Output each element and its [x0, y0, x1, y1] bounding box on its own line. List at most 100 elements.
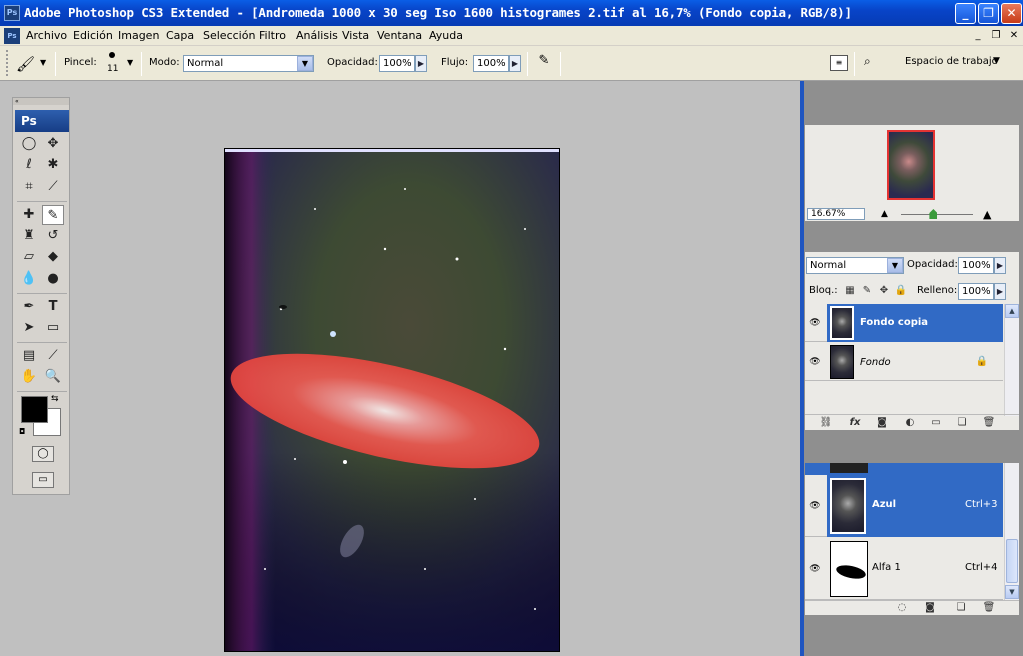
- toolbox-grip[interactable]: «: [13, 98, 69, 105]
- photoshop-logo[interactable]: Ps: [15, 110, 69, 132]
- opacity-arrow-icon[interactable]: ▶: [415, 55, 427, 72]
- workspace-chevron-down-icon[interactable]: ▼: [993, 56, 1000, 66]
- channel-row-selected[interactable]: Azul Ctrl+3: [827, 475, 1003, 537]
- visibility-eye-icon[interactable]: 👁: [808, 500, 822, 512]
- blur-tool-icon[interactable]: 💧: [18, 269, 40, 289]
- channel-row-partial[interactable]: [805, 463, 1003, 475]
- workspace-menu[interactable]: Espacio de trabajo: [905, 56, 998, 67]
- zoom-in-icon[interactable]: ▲: [983, 208, 991, 221]
- healing-brush-tool-icon[interactable]: ✚: [18, 205, 40, 225]
- new-layer-icon[interactable]: ❏: [955, 417, 969, 429]
- tool-preset-chevron-down-icon[interactable]: ▼: [40, 58, 46, 67]
- new-channel-icon[interactable]: ❏: [954, 602, 968, 614]
- zoom-out-icon[interactable]: ▲: [881, 209, 888, 219]
- chevron-down-icon[interactable]: ▼: [297, 56, 313, 71]
- swap-colors-icon[interactable]: ⇆: [51, 394, 59, 404]
- doc-close-icon[interactable]: ✕: [1006, 29, 1022, 43]
- menu-seleccion[interactable]: Selección: [203, 29, 255, 42]
- menu-vista[interactable]: Vista: [342, 29, 369, 42]
- menu-analisis[interactable]: Análisis: [296, 29, 338, 42]
- document-icon[interactable]: Ps: [4, 28, 20, 44]
- channels-scrollbar[interactable]: ▼: [1004, 463, 1019, 600]
- menu-capa[interactable]: Capa: [166, 29, 194, 42]
- lock-transparency-icon[interactable]: ▦: [843, 285, 857, 297]
- marquee-tool-icon[interactable]: ◯: [18, 134, 40, 154]
- visibility-eye-icon[interactable]: 👁: [808, 317, 822, 329]
- mode-select[interactable]: Normal ▼: [183, 55, 314, 72]
- lasso-tool-icon[interactable]: ℓ: [18, 155, 40, 175]
- notes-tool-icon[interactable]: ▤: [18, 346, 40, 366]
- add-mask-icon[interactable]: ◙: [875, 417, 889, 429]
- chevron-down-icon[interactable]: ▼: [887, 258, 903, 273]
- opacity-input[interactable]: 100%: [379, 55, 415, 72]
- layer-row-selected[interactable]: Fondo copia: [827, 304, 1003, 342]
- trash-icon[interactable]: 🗑: [982, 417, 996, 429]
- pen-tool-icon[interactable]: ✒: [18, 297, 40, 317]
- doc-minimize-icon[interactable]: _: [970, 29, 986, 43]
- zoom-tool-icon[interactable]: 🔍: [42, 367, 64, 387]
- fill-arrow-icon[interactable]: ▶: [994, 283, 1006, 300]
- link-layers-icon[interactable]: ⛓: [819, 417, 833, 429]
- channel-row[interactable]: 👁 Azul Ctrl+3: [805, 475, 1003, 537]
- palette-well-icon[interactable]: ≡: [830, 55, 848, 71]
- scroll-up-icon[interactable]: ▲: [1005, 304, 1019, 318]
- eyedropper-tool-icon[interactable]: ⟋: [42, 346, 64, 366]
- layer-row[interactable]: 👁 Fondo copia: [805, 304, 1003, 342]
- lock-position-icon[interactable]: ✥: [877, 285, 891, 297]
- menu-ayuda[interactable]: Ayuda: [429, 29, 463, 42]
- navigator-preview[interactable]: [887, 130, 935, 200]
- layer-opacity-input[interactable]: 100%: [958, 257, 994, 274]
- adjustment-layer-icon[interactable]: ◐: [903, 417, 917, 429]
- visibility-eye-icon[interactable]: 👁: [808, 563, 822, 575]
- layer-style-icon[interactable]: fx: [848, 417, 862, 429]
- paint-bucket-tool-icon[interactable]: ◆: [42, 247, 64, 267]
- doc-restore-icon[interactable]: ❐: [988, 29, 1004, 43]
- visibility-eye-icon[interactable]: 👁: [808, 356, 822, 368]
- brush-tool-icon[interactable]: ✎: [42, 205, 64, 225]
- magic-wand-tool-icon[interactable]: ✱: [42, 155, 64, 175]
- layer-opacity-arrow-icon[interactable]: ▶: [994, 257, 1006, 274]
- menu-archivo[interactable]: Archivo: [26, 29, 67, 42]
- save-selection-icon[interactable]: ◙: [923, 602, 937, 614]
- clone-stamp-tool-icon[interactable]: ♜: [18, 226, 40, 246]
- minimize-icon[interactable]: _: [955, 3, 976, 24]
- crop-tool-icon[interactable]: ⌗: [18, 177, 40, 197]
- brush-preview-icon[interactable]: [109, 52, 115, 58]
- airbrush-icon[interactable]: ✎: [533, 53, 555, 73]
- slice-tool-icon[interactable]: ⟋: [42, 177, 64, 197]
- brush-tool-icon[interactable]: 🖌: [16, 55, 35, 73]
- history-brush-tool-icon[interactable]: ↺: [42, 226, 64, 246]
- zoom-input[interactable]: 16.67%: [807, 208, 865, 220]
- default-colors-icon[interactable]: ◘: [19, 427, 25, 436]
- menu-ventana[interactable]: Ventana: [377, 29, 422, 42]
- screen-mode-icon[interactable]: ▭: [32, 472, 54, 488]
- photoshop-app-icon[interactable]: Ps: [4, 5, 20, 21]
- menu-filtro[interactable]: Filtro: [259, 29, 286, 42]
- new-group-icon[interactable]: ▭: [929, 417, 943, 429]
- document-canvas[interactable]: [224, 148, 560, 652]
- type-tool-icon[interactable]: T: [42, 297, 64, 317]
- scrollbar-thumb[interactable]: [1006, 539, 1018, 583]
- dodge-tool-icon[interactable]: ●: [42, 269, 64, 289]
- layers-scrollbar[interactable]: ▲: [1004, 304, 1019, 416]
- channel-row[interactable]: 👁 Alfa 1 Ctrl+4: [805, 538, 1003, 600]
- layer-name[interactable]: Fondo: [860, 357, 891, 368]
- layer-blend-mode-select[interactable]: Normal ▼: [806, 257, 904, 274]
- zoom-slider-thumb[interactable]: [929, 209, 938, 219]
- foreground-color-swatch[interactable]: [21, 396, 48, 423]
- bridge-icon[interactable]: ⌕: [864, 54, 886, 72]
- maximize-icon[interactable]: ❐: [978, 3, 999, 24]
- path-selection-tool-icon[interactable]: ➤: [18, 318, 40, 338]
- channel-name[interactable]: Alfa 1: [872, 562, 901, 573]
- load-selection-icon[interactable]: ◌: [895, 602, 909, 614]
- menu-edicion[interactable]: Edición: [73, 29, 113, 42]
- fill-input[interactable]: 100%: [958, 283, 994, 300]
- brush-picker-chevron-down-icon[interactable]: ▼: [127, 58, 133, 67]
- menu-imagen[interactable]: Imagen: [118, 29, 159, 42]
- dock-edge[interactable]: [800, 81, 804, 656]
- eraser-tool-icon[interactable]: ▱: [18, 247, 40, 267]
- rectangle-tool-icon[interactable]: ▭: [42, 318, 64, 338]
- hand-tool-icon[interactable]: ✋: [18, 367, 40, 387]
- flow-input[interactable]: 100%: [473, 55, 509, 72]
- quick-mask-icon[interactable]: ◯: [32, 446, 54, 462]
